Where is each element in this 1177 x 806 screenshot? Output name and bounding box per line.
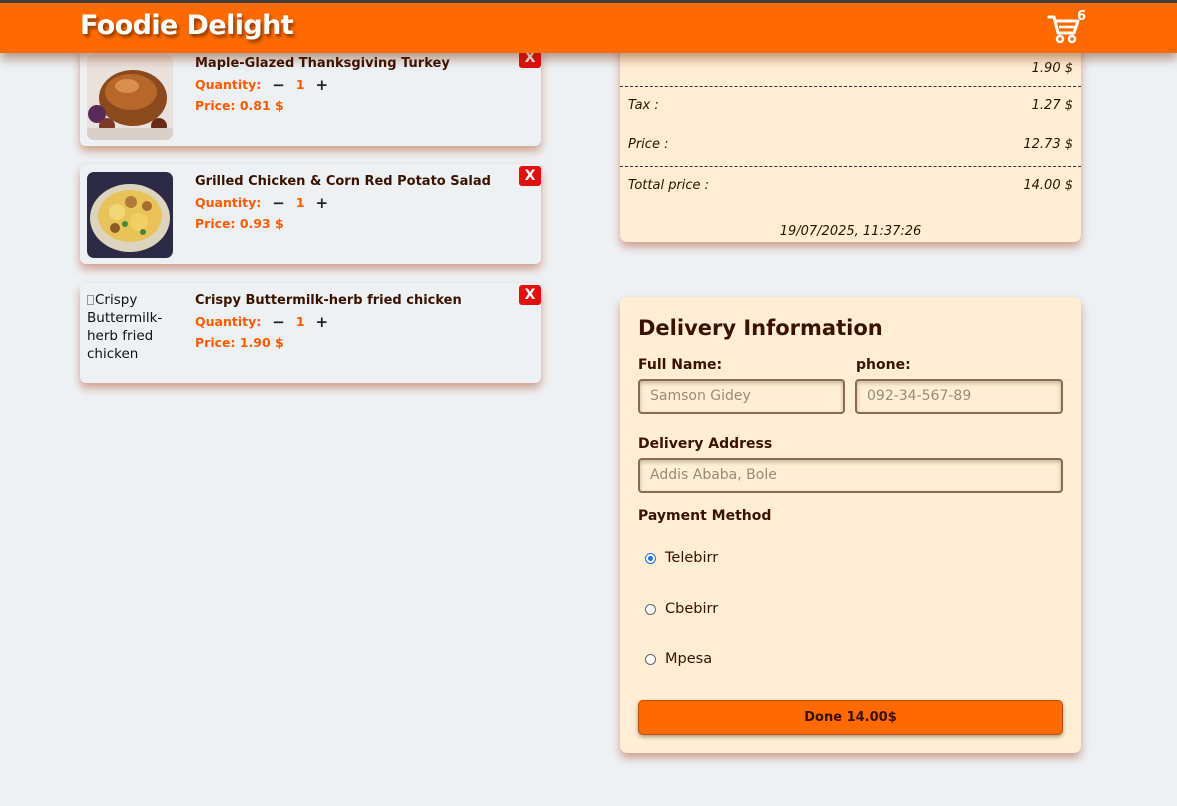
item-price: Price: 0.81 $ <box>195 98 284 113</box>
quantity-control: Quantity: − 1 + <box>195 77 328 92</box>
order-datetime: 19/07/2025, 11:37:26 <box>779 224 922 239</box>
food-image <box>87 54 173 140</box>
payment-option-label: Telebirr <box>665 550 719 566</box>
food-image <box>87 172 173 258</box>
quantity-value: 1 <box>295 314 305 329</box>
cart-item-card: Grilled Chicken & Corn Red Potato Salad … <box>80 164 541 264</box>
increase-quantity-button[interactable]: + <box>316 314 329 329</box>
radio-checked-icon[interactable] <box>645 552 656 564</box>
summary-divider <box>620 86 1081 87</box>
done-button[interactable]: Done 14.00$ <box>638 700 1063 735</box>
phone-input[interactable]: 092-34-567-89 <box>855 379 1063 414</box>
order-summary: 1.90 $ Tax : 1.27 $ Price : 12.73 $ Tott… <box>620 20 1081 242</box>
full-name-input[interactable]: Samson Gidey <box>638 379 845 414</box>
summary-price-row: Price : 12.73 $ <box>628 137 1073 152</box>
total-value: 14.00 $ <box>1023 178 1073 193</box>
radio-unchecked-icon[interactable] <box>645 603 656 615</box>
remove-item-button[interactable]: X <box>519 166 541 186</box>
quantity-label: Quantity: <box>195 314 262 329</box>
increase-quantity-button[interactable]: + <box>316 77 329 92</box>
phone-label: phone: <box>856 357 911 373</box>
quantity-label: Quantity: <box>195 77 262 92</box>
cart-item-card: Crispy Buttermilk-herb fried chicken Cri… <box>80 283 541 383</box>
item-price: Price: 0.93 $ <box>195 216 284 231</box>
item-title: Grilled Chicken & Corn Red Potato Salad <box>195 174 491 189</box>
cart-count-badge: 6 <box>1077 9 1087 24</box>
brand-logo[interactable]: Foodie Delight <box>80 10 294 41</box>
quantity-value: 1 <box>295 195 305 210</box>
full-name-label: Full Name: <box>638 357 723 373</box>
delivery-address-input[interactable]: Addis Ababa, Bole <box>638 458 1063 493</box>
payment-option-cbebirr[interactable]: Cbebirr <box>645 601 718 617</box>
price-value: 12.73 $ <box>1023 137 1073 152</box>
summary-item-row: 1.90 $ <box>628 61 1073 76</box>
increase-quantity-button[interactable]: + <box>316 195 329 210</box>
delivery-address-label: Delivery Address <box>638 436 773 452</box>
broken-image-alt-text: Crispy Buttermilk-herb fried chicken <box>87 292 163 362</box>
item-price: Price: 1.90 $ <box>195 335 284 350</box>
radio-unchecked-icon[interactable] <box>645 653 656 665</box>
decrease-quantity-button[interactable]: − <box>272 195 285 210</box>
payment-option-label: Mpesa <box>665 651 713 667</box>
decrease-quantity-button[interactable]: − <box>272 314 285 329</box>
remove-item-button[interactable]: X <box>519 285 541 305</box>
summary-tax-row: Tax : 1.27 $ <box>628 98 1073 113</box>
quantity-control: Quantity: − 1 + <box>195 195 328 210</box>
window-top-border <box>0 0 1177 3</box>
tax-label: Tax : <box>628 98 659 113</box>
price-label: Price : <box>628 137 669 152</box>
broken-image-icon <box>87 295 94 305</box>
total-label: Tottal price : <box>628 178 710 193</box>
delivery-form: Delivery Information Full Name: phone: S… <box>620 297 1081 753</box>
quantity-label: Quantity: <box>195 195 262 210</box>
item-title: Maple-Glazed Thanksgiving Turkey <box>195 56 450 71</box>
delivery-title: Delivery Information <box>638 316 883 340</box>
quantity-control: Quantity: − 1 + <box>195 314 328 329</box>
decrease-quantity-button[interactable]: − <box>272 77 285 92</box>
tax-value: 1.27 $ <box>1031 98 1073 113</box>
summary-item-price: 1.90 $ <box>1031 61 1073 76</box>
payment-option-mpesa[interactable]: Mpesa <box>645 651 712 667</box>
cart-icon[interactable] <box>1047 13 1081 45</box>
item-title: Crispy Buttermilk-herb fried chicken <box>195 293 462 308</box>
summary-total-row: Tottal price : 14.00 $ <box>628 178 1073 193</box>
payment-method-label: Payment Method <box>638 508 772 524</box>
app-header: Foodie Delight 6 <box>0 3 1177 53</box>
cart-item-card: Maple-Glazed Thanksgiving Turkey Quantit… <box>80 46 541 146</box>
payment-option-label: Cbebirr <box>665 601 719 617</box>
quantity-value: 1 <box>295 77 305 92</box>
summary-divider <box>620 166 1081 167</box>
payment-option-telebirr[interactable]: Telebirr <box>645 550 718 566</box>
